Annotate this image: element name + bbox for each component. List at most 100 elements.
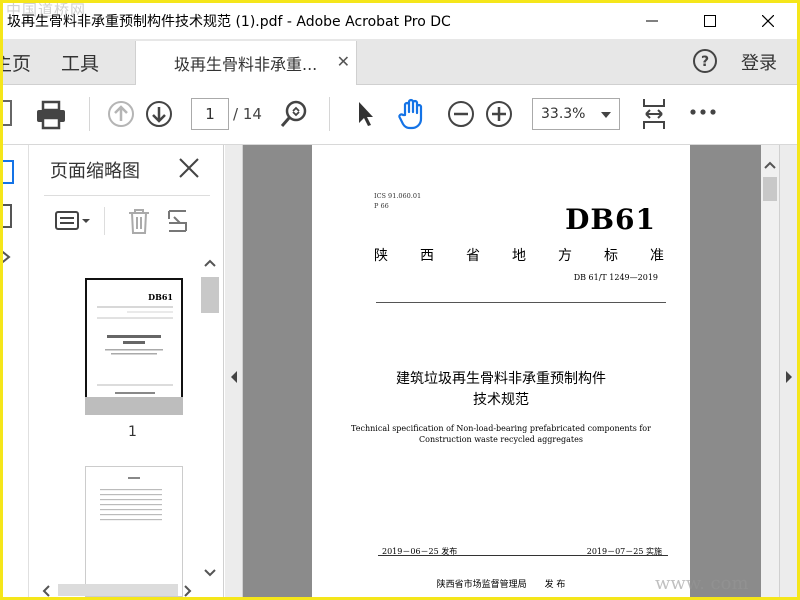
maximize-icon: [704, 15, 716, 27]
zoom-out-icon[interactable]: [446, 99, 476, 129]
right-pane-toggle[interactable]: [779, 145, 797, 597]
main-toolbar: 1 / 14 33.3%: [3, 85, 797, 145]
scroll-up-icon[interactable]: [204, 259, 216, 267]
panel-toolbar-divider: [104, 207, 105, 235]
page-thumbnails-panel: 页面缩略图 DB61 1: [30, 145, 224, 597]
print-icon[interactable]: [35, 100, 67, 130]
rotate-pages-icon[interactable]: [166, 207, 190, 235]
scroll-right-icon[interactable]: [184, 585, 192, 597]
tab-home[interactable]: 主页: [3, 39, 31, 85]
watermark-bottom: www. com: [655, 573, 749, 594]
login-button[interactable]: 登录: [741, 39, 777, 85]
maximize-button[interactable]: [681, 3, 739, 39]
fit-page-icon[interactable]: [640, 97, 668, 131]
region-char: 准: [650, 248, 664, 264]
tab-document-label: 圾再生骨料非承重...: [174, 55, 318, 74]
options-menu-icon[interactable]: [54, 209, 94, 233]
document-scrollbar[interactable]: [761, 145, 779, 597]
hand-tool-icon[interactable]: [396, 97, 428, 131]
scrollbar-thumb[interactable]: [763, 177, 777, 201]
english-title-line1: Technical specification of Non-load-bear…: [351, 424, 651, 433]
chevron-down-icon: [601, 112, 611, 118]
title-bar: 圾再生骨料非承重预制构件技术规范 (1).pdf - Adobe Acrobat…: [3, 3, 797, 39]
scrollbar-thumb[interactable]: [58, 584, 178, 596]
region-char: 陕: [374, 248, 388, 264]
scrollbar-thumb[interactable]: [201, 277, 219, 313]
minimize-button[interactable]: [623, 3, 681, 39]
scroll-left-icon[interactable]: [42, 585, 50, 597]
previous-page-icon[interactable]: [106, 99, 136, 129]
toolbar-divider: [329, 97, 330, 131]
svg-text:?: ?: [701, 54, 709, 70]
toolbar-divider: [89, 97, 90, 131]
page-thumbnail-2[interactable]: [85, 466, 183, 597]
english-title: Technical specification of Non-load-bear…: [312, 423, 690, 445]
tab-document[interactable]: 圾再生骨料非承重... ✕: [135, 41, 357, 85]
page-thumbnail-1-preview: DB61: [97, 292, 181, 413]
select-tool-icon[interactable]: [353, 99, 377, 129]
tab-home-label: 主页: [3, 52, 32, 75]
standard-prefix: DB61: [565, 203, 656, 236]
footer-rule: [378, 555, 668, 556]
navigation-pane-strip: [3, 145, 29, 597]
chinese-title: 建筑垃圾再生骨料非承重预制构件 技术规范: [312, 369, 690, 411]
panel-divider: [44, 195, 210, 196]
save-icon[interactable]: [3, 99, 15, 129]
issuer: 陕西省市场监督管理局 发 布: [436, 580, 566, 590]
region-char: 西: [420, 248, 434, 264]
region-char: 标: [604, 248, 618, 264]
thumbnail-horizontal-scrollbar[interactable]: [36, 583, 196, 597]
scroll-down-icon[interactable]: [204, 569, 216, 577]
acrobat-window: 圾再生骨料非承重预制构件技术规范 (1).pdf - Adobe Acrobat…: [3, 3, 797, 597]
tab-tools[interactable]: 工具: [61, 39, 99, 85]
total-pages: / 14: [233, 105, 262, 123]
minimize-icon: [646, 20, 658, 22]
delete-icon[interactable]: [126, 207, 152, 235]
attachments-icon[interactable]: [3, 245, 17, 269]
tab-tools-label: 工具: [61, 52, 100, 75]
thumbnail-scrollbar[interactable]: [200, 257, 220, 587]
zoom-level-value: 33.3%: [541, 106, 586, 122]
zoom-in-icon[interactable]: [484, 99, 514, 129]
ics-number: ICS 91.060.01: [374, 192, 422, 200]
left-pane-toggle[interactable]: [225, 145, 243, 597]
pdf-page: ICS 91.060.01 P 66 DB61 陕 西 省 地 方 标 准 DB…: [312, 145, 690, 597]
more-options-icon[interactable]: [689, 107, 717, 117]
page-thumbnail-1-label: 1: [128, 424, 137, 440]
tab-bar: 主页 工具 圾再生骨料非承重... ✕ ? 登录: [3, 39, 797, 85]
help-icon[interactable]: ?: [691, 47, 719, 75]
watermark-top: 中国道桥网: [6, 3, 87, 19]
current-page-value: 1: [205, 105, 215, 123]
page-thumbnail-1-shadow: [85, 397, 183, 415]
page-number-input[interactable]: 1: [191, 98, 229, 130]
panel-title: 页面缩略图: [50, 161, 140, 182]
close-window-button[interactable]: [739, 3, 797, 39]
header-rule: [376, 302, 666, 303]
close-icon: [762, 15, 774, 27]
p-number: P 66: [374, 202, 389, 210]
zoom-marquee-icon[interactable]: [279, 99, 309, 129]
chinese-title-line1: 建筑垃圾再生骨料非承重预制构件: [396, 371, 606, 387]
page-thumbnail-1[interactable]: DB61: [85, 278, 183, 415]
standard-code: DB 61/T 1249—2019: [573, 273, 658, 282]
scroll-up-icon[interactable]: [764, 161, 776, 169]
chinese-title-line2: 技术规范: [473, 392, 529, 408]
collapse-right-icon[interactable]: [784, 370, 794, 384]
region-char: 省: [466, 248, 480, 264]
tab-close-icon[interactable]: ✕: [337, 52, 350, 71]
zoom-level-dropdown[interactable]: 33.3%: [532, 98, 620, 130]
region-char: 地: [512, 248, 526, 264]
close-icon[interactable]: [178, 157, 200, 179]
page-thumbnails-icon[interactable]: [3, 159, 17, 187]
region-char: 方: [558, 248, 572, 264]
standard-type: 陕 西 省 地 方 标 准: [374, 245, 664, 265]
bookmarks-icon[interactable]: [3, 203, 17, 231]
english-title-line2: Construction waste recycled aggregates: [419, 435, 583, 444]
collapse-left-icon[interactable]: [229, 370, 239, 384]
window-controls: [623, 3, 797, 39]
page-thumbnail-2-preview: [100, 477, 162, 521]
next-page-icon[interactable]: [144, 99, 174, 129]
ics-code: ICS 91.060.01 P 66: [374, 191, 421, 211]
login-label: 登录: [741, 53, 777, 74]
thumb-db-text: DB61: [148, 292, 173, 302]
